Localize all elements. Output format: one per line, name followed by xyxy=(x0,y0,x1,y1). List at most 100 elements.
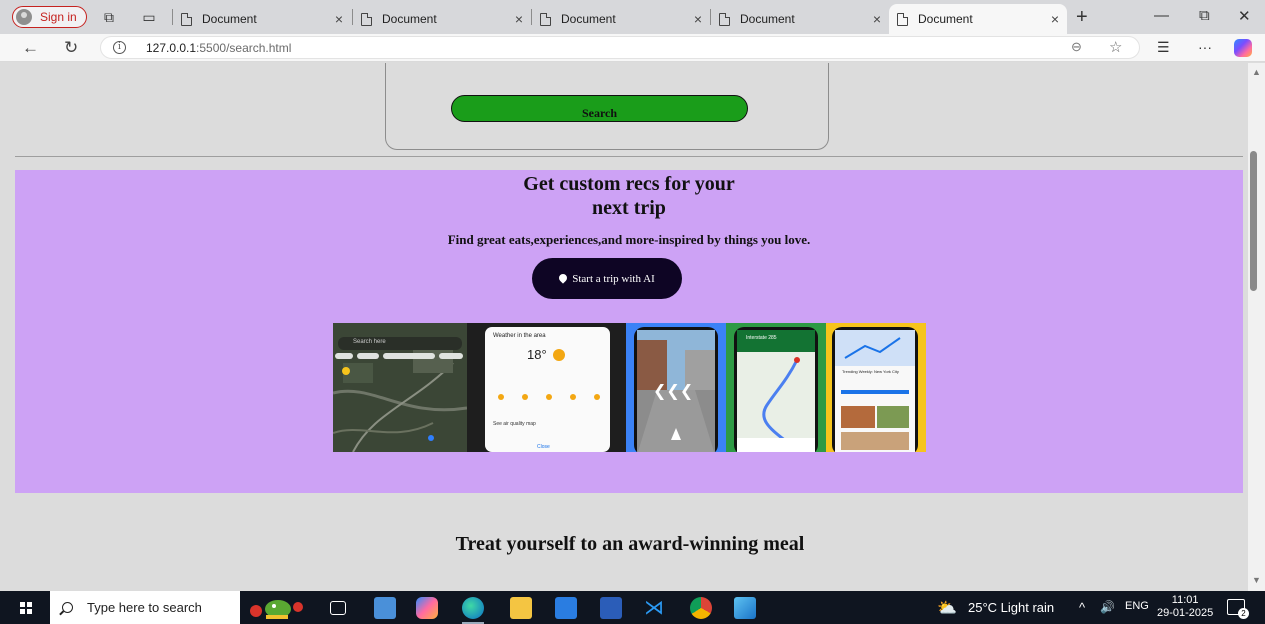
scroll-up-arrow-icon[interactable]: ▲ xyxy=(1252,67,1261,77)
restore-icon[interactable]: ⧉ xyxy=(1199,7,1210,24)
tab-strip: Sign in ⧉ ▭ Document × Document × Docume… xyxy=(0,0,1265,34)
word-icon[interactable] xyxy=(600,597,622,619)
refresh-icon[interactable]: ↻ xyxy=(64,38,78,58)
vscode-icon[interactable]: ⋊ xyxy=(643,597,665,619)
promo-heading-line2: next trip xyxy=(592,197,666,219)
file-explorer-icon[interactable] xyxy=(510,597,532,619)
new-tab-button[interactable]: + xyxy=(1076,6,1088,29)
weather-screenshot: Weather in the area 18° See air quality … xyxy=(467,323,626,452)
tab-title: Document xyxy=(561,12,616,26)
notification-count: 2 xyxy=(1238,608,1249,619)
weather-cloud-icon[interactable]: ⛅ xyxy=(937,598,957,618)
weather-temp: 18° xyxy=(527,347,547,362)
weather-title: Weather in the area xyxy=(493,333,546,339)
tab-document-4[interactable]: Document × xyxy=(711,4,889,34)
weather-status[interactable]: 25°C Light rain xyxy=(968,600,1054,615)
close-tab-icon[interactable]: × xyxy=(694,11,702,27)
divider xyxy=(15,156,1243,157)
street-view-graphic: ❮❮❮ xyxy=(637,330,715,452)
copilot-icon[interactable] xyxy=(1234,39,1252,57)
task-view-icon[interactable] xyxy=(330,601,346,615)
copilot-taskbar-icon[interactable] xyxy=(416,597,438,619)
tray-chevron-icon[interactable]: ^ xyxy=(1079,600,1085,615)
windows-taskbar: Type here to search ⋊ ⛅ 25°C Light rain … xyxy=(0,591,1265,624)
close-tab-icon[interactable]: × xyxy=(515,11,523,27)
document-icon xyxy=(719,12,730,26)
search-button[interactable]: Search xyxy=(451,95,748,122)
air-quality-link: See air quality map xyxy=(493,421,536,427)
url-host: 127.0.0.1 xyxy=(146,41,197,55)
promo-heading-line1: Get custom recs for your xyxy=(523,173,735,195)
language-indicator[interactable]: ENG xyxy=(1125,600,1149,612)
mail-icon[interactable] xyxy=(555,597,577,619)
phone-frame: Interstate 285 xyxy=(734,327,818,452)
zoom-icon[interactable]: ⊖ xyxy=(1071,39,1082,55)
url-text[interactable]: 127.0.0.1:5500/search.html xyxy=(146,41,291,55)
edge-browser-icon[interactable] xyxy=(462,597,484,624)
microsoft-store-icon[interactable] xyxy=(374,597,396,619)
browser-toolbar: ← ↻ i 127.0.0.1:5500/search.html ⊖ ☆ ☰ ·… xyxy=(0,34,1265,62)
sign-in-label: Sign in xyxy=(40,10,77,24)
photos-icon[interactable] xyxy=(734,597,756,619)
map-pin-icon xyxy=(557,271,569,284)
url-path: :5500/search.html xyxy=(196,41,292,55)
site-info-icon[interactable]: i xyxy=(113,41,126,54)
workspaces-icon[interactable]: ⧉ xyxy=(101,9,117,25)
search-highlight-dragon-icon[interactable] xyxy=(246,595,308,620)
tab-title: Document xyxy=(918,12,973,26)
page-scrollbar[interactable]: ▲ ▼ xyxy=(1248,63,1265,591)
document-icon xyxy=(540,12,551,26)
document-icon xyxy=(361,12,372,26)
route-title: Interstate 285 xyxy=(746,335,777,341)
start-trip-ai-label: Start a trip with AI xyxy=(572,272,655,285)
street-view-screenshot: ❮❮❮ xyxy=(626,323,726,452)
page-viewport: Search Get custom recs for your next tri… xyxy=(0,63,1248,591)
phone-frame: Trending Weekly: New York City xyxy=(832,327,918,452)
more-menu-icon[interactable]: ··· xyxy=(1198,39,1212,55)
tab-title: Document xyxy=(740,12,795,26)
promo-subtitle: Find great eats,experiences,and more-ins… xyxy=(447,232,811,247)
map-search-placeholder: Search here xyxy=(353,339,386,345)
clock-time: 11:01 xyxy=(1171,594,1199,606)
tab-title: Document xyxy=(202,12,257,26)
close-tab-icon[interactable]: × xyxy=(335,11,343,27)
tab-actions-icon[interactable]: ▭ xyxy=(141,9,157,25)
scroll-down-arrow-icon[interactable]: ▼ xyxy=(1252,575,1261,585)
tab-title: Document xyxy=(382,12,437,26)
svg-text:❮❮❮: ❮❮❮ xyxy=(653,381,693,400)
close-window-icon[interactable]: ✕ xyxy=(1238,7,1251,25)
satellite-map-screenshot: Search here xyxy=(333,323,467,452)
address-bar[interactable]: i 127.0.0.1:5500/search.html ⊖ ☆ xyxy=(100,36,1140,59)
start-trip-ai-button[interactable]: Start a trip with AI xyxy=(532,258,682,299)
weather-close: Close xyxy=(537,444,550,450)
scrollbar-thumb[interactable] xyxy=(1250,151,1257,291)
phone-frame: ❮❮❮ xyxy=(634,327,718,452)
close-tab-icon[interactable]: × xyxy=(873,11,881,27)
taskbar-search-box[interactable]: Type here to search xyxy=(50,591,240,624)
chrome-icon[interactable] xyxy=(690,597,712,619)
route-map-graphic xyxy=(737,330,815,452)
award-meal-heading: Treat yourself to an award-winning meal xyxy=(455,533,805,555)
windows-start-icon[interactable] xyxy=(20,602,32,614)
favorites-icon[interactable]: ☰ xyxy=(1157,39,1170,56)
route-map-screenshot: Interstate 285 xyxy=(726,323,826,452)
tab-document-1[interactable]: Document × xyxy=(173,4,351,34)
favorite-star-icon[interactable]: ☆ xyxy=(1109,38,1122,56)
clock-date: 29-01-2025 xyxy=(1157,607,1214,619)
volume-icon[interactable]: 🔊 xyxy=(1100,600,1115,614)
close-tab-icon[interactable]: × xyxy=(1051,11,1059,27)
document-icon xyxy=(181,12,192,26)
weather-card: Weather in the area 18° See air quality … xyxy=(485,327,610,452)
clock[interactable]: 11:01 29-01-2025 xyxy=(1157,594,1213,620)
tab-document-5-active[interactable]: Document × xyxy=(889,4,1067,34)
trending-screenshot: Trending Weekly: New York City xyxy=(826,323,926,452)
trending-title: Trending Weekly: New York City xyxy=(842,369,899,374)
notification-icon[interactable]: 2 xyxy=(1227,599,1249,619)
back-arrow-icon[interactable]: ← xyxy=(22,38,39,58)
minimize-icon[interactable]: — xyxy=(1154,7,1169,24)
search-icon xyxy=(62,602,73,613)
tab-document-2[interactable]: Document × xyxy=(353,4,531,34)
profile-avatar-icon xyxy=(16,9,32,25)
tab-document-3[interactable]: Document × xyxy=(532,4,710,34)
sign-in-button[interactable]: Sign in xyxy=(12,6,87,28)
